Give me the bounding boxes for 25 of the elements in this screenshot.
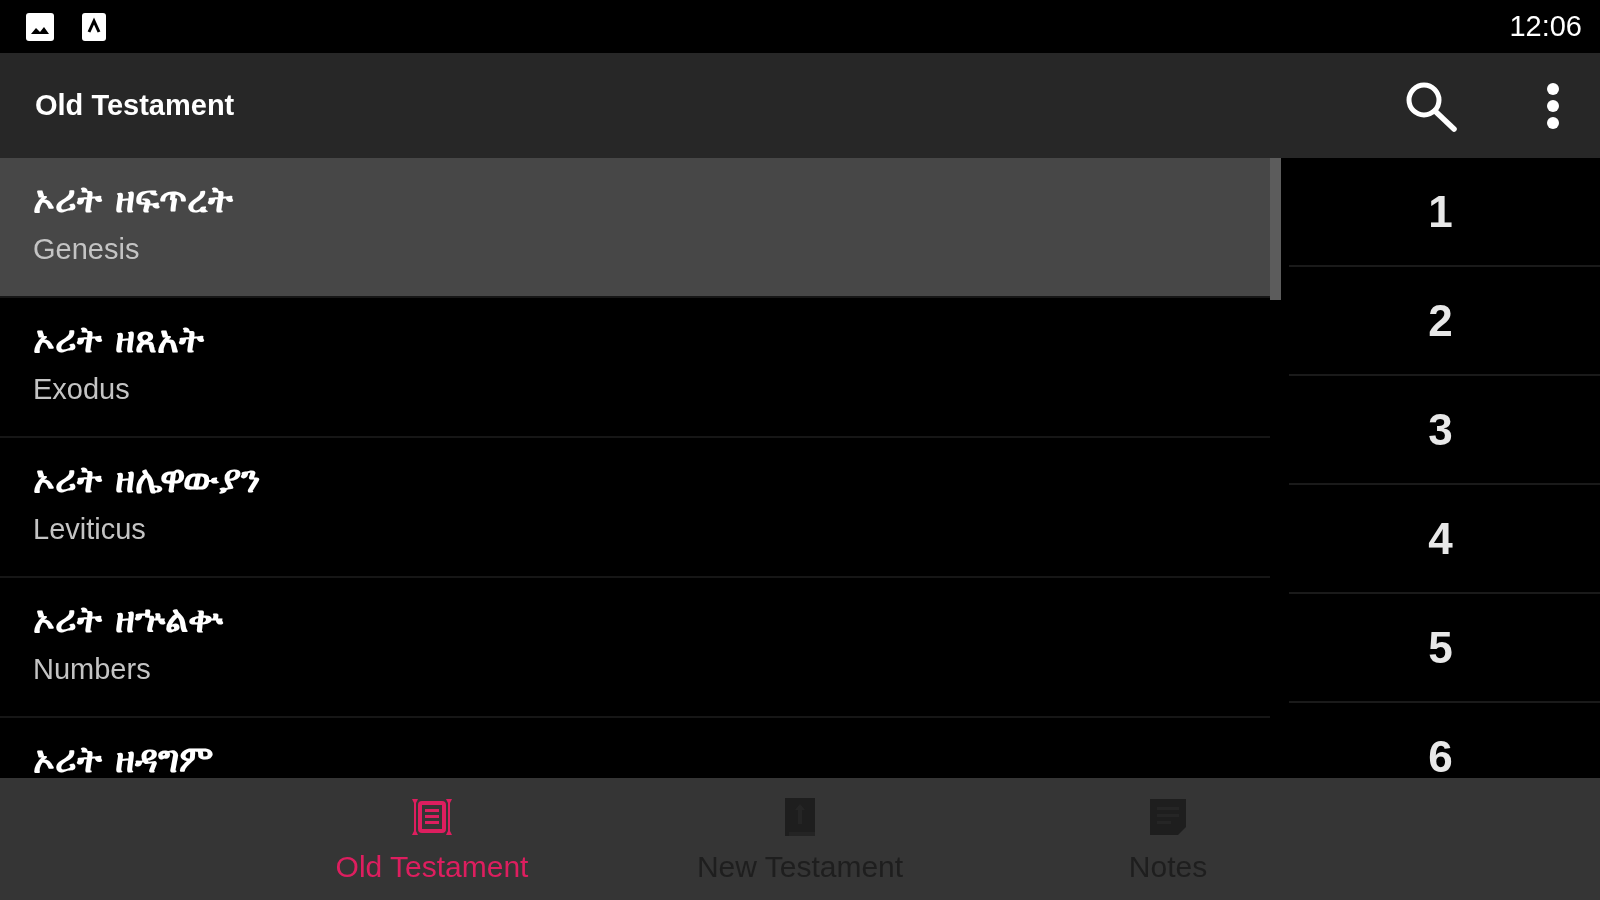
book-title: ኦሪት ዘጸአት [33, 322, 204, 358]
book-subtitle: Exodus [33, 372, 130, 406]
chapter-item[interactable]: 1 [1289, 158, 1600, 267]
more-icon [1544, 81, 1562, 130]
app-title: Old Testament [35, 89, 235, 122]
book-title: ኦሪት ዘኍልቍ [33, 602, 223, 638]
caret-tile-icon [82, 12, 106, 41]
book-title: ኦሪት ዘፍጥረት [33, 182, 233, 218]
chapter-item[interactable]: 5 [1289, 594, 1600, 703]
book-item[interactable]: ኦሪት ዘሌዋውያን Leviticus [0, 438, 1270, 578]
scroll-icon [410, 796, 454, 838]
more-options-button[interactable] [1544, 81, 1562, 130]
book-subtitle: Genesis [33, 232, 140, 266]
chapter-item[interactable]: 3 [1289, 376, 1600, 485]
book-item[interactable]: ኦሪት ዘፍጥረት Genesis [0, 158, 1270, 298]
status-time: 12:06 [1509, 10, 1582, 43]
book-item[interactable]: ኦሪት ዘጸአት Exodus [0, 298, 1270, 438]
book-title: ኦሪት ዘዳግም [33, 742, 214, 778]
image-icon [26, 12, 54, 41]
chapter-item[interactable]: 2 [1289, 267, 1600, 376]
book-subtitle: Leviticus [33, 512, 146, 546]
book-item[interactable]: ኦሪት ዘኍልቍ Numbers [0, 578, 1270, 718]
book-subtitle: Numbers [33, 652, 151, 686]
book-title: ኦሪት ዘሌዋውያን [33, 462, 260, 498]
chapter-item[interactable]: 4 [1289, 485, 1600, 594]
